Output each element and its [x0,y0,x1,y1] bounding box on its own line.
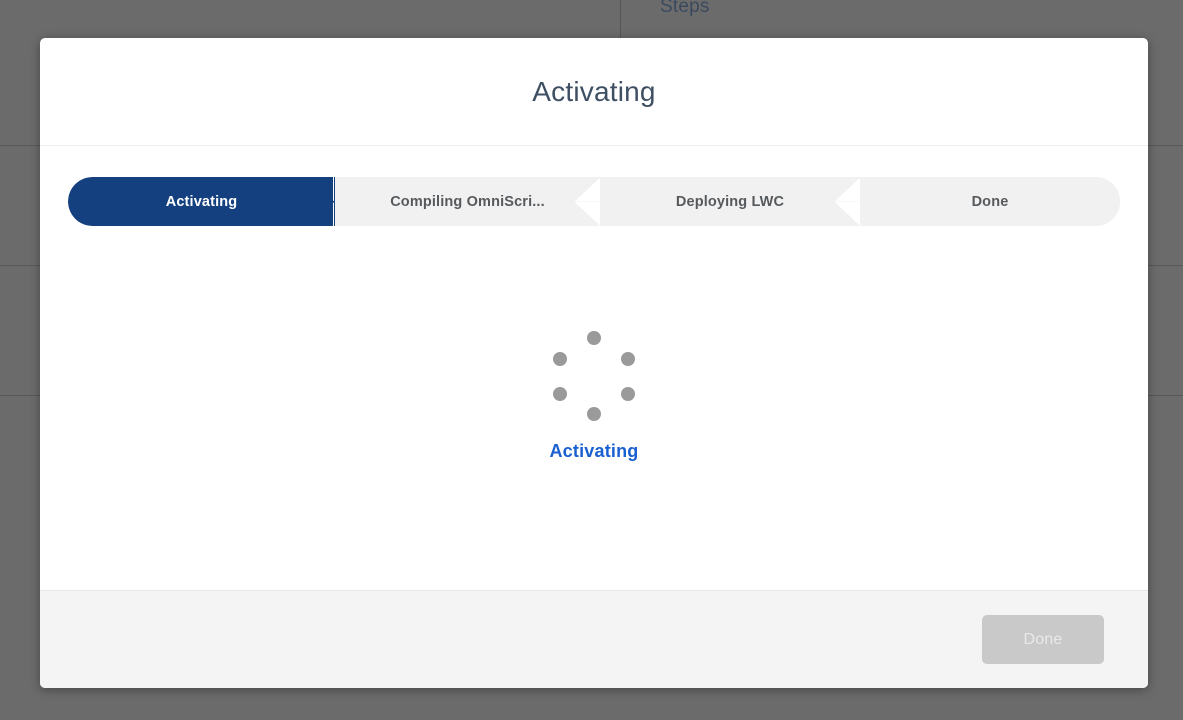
modal-footer: Done [40,590,1148,688]
progress-step-label: Deploying LWC [675,193,785,210]
done-button[interactable]: Done [982,615,1104,664]
progress-step-label: Done [971,193,1009,210]
spinner-dot [621,386,635,401]
spinner-dot [621,351,635,366]
progress-step-activating[interactable]: Activating [68,177,335,226]
progress-step-compiling-omniscript[interactable]: Compiling OmniScri... [335,177,600,226]
spinner-dot [587,406,601,421]
modal-title: Activating [532,75,656,107]
progress-step-label: Compiling OmniScri... [390,193,545,210]
background-steps-label: Steps [660,0,710,17]
modal-header: Activating [40,38,1148,146]
spinner-dot [587,330,601,345]
progress-step-deploying-lwc[interactable]: Deploying LWC [600,177,860,226]
progress-step-label: Activating [165,193,238,210]
status-text: Activating [549,440,639,461]
spinner-dot [553,386,567,401]
progress-path: Activating Compiling OmniScri... Deployi… [68,177,1120,226]
progress-path-wrapper: Activating Compiling OmniScri... Deployi… [68,177,1120,226]
progress-step-done[interactable]: Done [860,177,1120,226]
spinner-area: Activating [549,226,639,590]
modal-body: Activating Compiling OmniScri... Deployi… [40,146,1148,590]
loading-spinner-icon [549,325,639,421]
spinner-dot [553,351,567,366]
activating-modal: Activating Activating Compiling OmniScri… [40,38,1148,688]
